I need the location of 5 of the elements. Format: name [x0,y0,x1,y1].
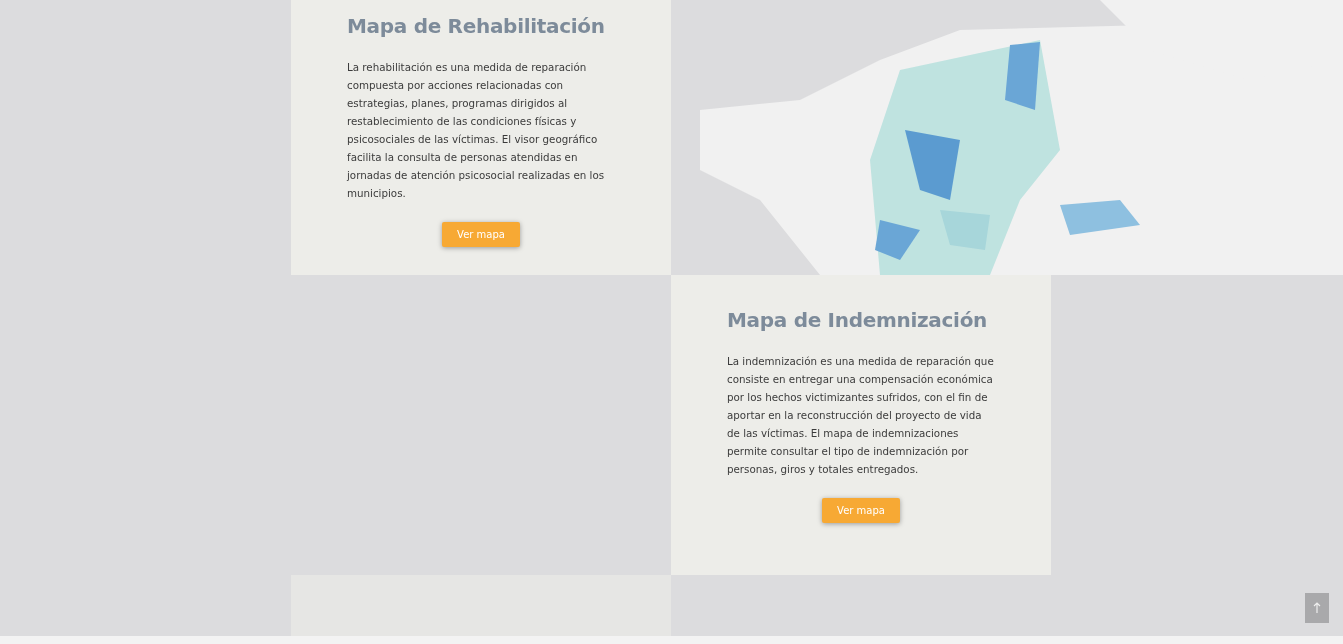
scroll-top-button[interactable] [1305,593,1329,623]
card-description: La rehabilitación es una medida de reparación compuesta por acciones relacionadas con estrategias, planes, programas dirigidos al restablecimiento de las condiciones físicas y psicosociales de las víctimas. El visor geográfico facilita la consulta de personas atendidas en jornadas de atención psicosocial realizadas en los municipios. [347,60,606,201]
arrow-up-icon [1313,602,1321,614]
card-title: Mapa de Rehabilitación [347,14,605,38]
view-map-button[interactable]: Ver mapa [442,222,520,247]
